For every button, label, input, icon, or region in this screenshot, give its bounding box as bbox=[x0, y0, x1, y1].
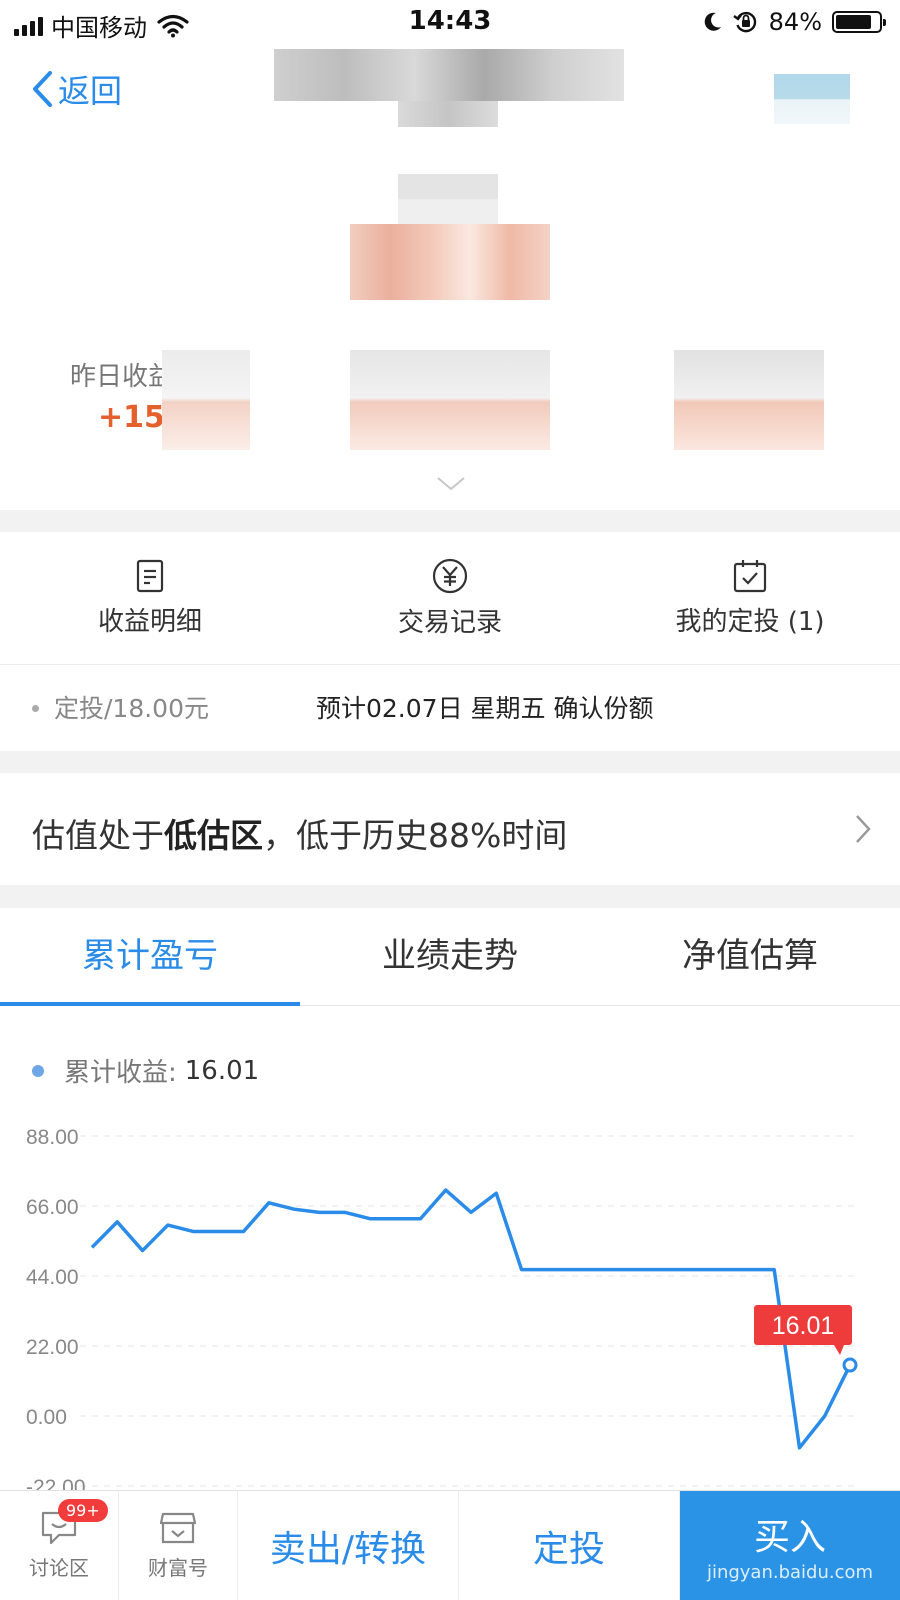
income-detail-label: 收益明细 bbox=[97, 606, 202, 637]
store-icon bbox=[159, 1512, 197, 1544]
wealth-account-button[interactable]: 财富号 bbox=[119, 1491, 238, 1600]
y-tick-label: -22.00 bbox=[26, 1476, 86, 1490]
holding-summary: 昨日收益 +15. bbox=[0, 136, 900, 510]
status-right: 84% bbox=[703, 8, 886, 36]
valuation-text: 估值处于低估区，低于历史88%时间 bbox=[32, 809, 567, 857]
sell-convert-button[interactable]: 卖出/转换 bbox=[238, 1491, 459, 1600]
section-divider bbox=[0, 510, 900, 532]
blurred-title bbox=[274, 49, 624, 101]
legend-value: 16.01 bbox=[184, 1055, 260, 1086]
blurred-summary-label bbox=[398, 174, 498, 224]
blurred-stat-3 bbox=[674, 350, 824, 450]
yesterday-income-label: 昨日收益 bbox=[70, 362, 175, 392]
tooltip-pointer bbox=[834, 1345, 844, 1356]
discussion-button[interactable]: 99+ 讨论区 bbox=[0, 1491, 119, 1600]
y-tick-label: 88.00 bbox=[26, 1126, 79, 1149]
chevron-right-icon bbox=[856, 815, 871, 843]
chart-legend: 累计收益: 16.01 bbox=[32, 1052, 259, 1089]
moon-icon bbox=[704, 12, 721, 31]
cumulative-income-chart[interactable]: 88.00 66.00 44.00 22.00 0.00 -22.00 16.01 bbox=[0, 1100, 900, 1490]
buy-button[interactable]: 买入 jingyan.baidu.com bbox=[680, 1491, 900, 1600]
dingtou-confirm-date: 预计02.07日 星期五 确认份额 bbox=[316, 694, 654, 723]
tab-performance-trend[interactable]: 业绩走势 bbox=[300, 908, 600, 1005]
y-tick-label: 44.00 bbox=[26, 1266, 79, 1289]
discussion-label: 讨论区 bbox=[29, 1556, 89, 1580]
battery-level bbox=[836, 15, 872, 29]
income-detail-button[interactable]: 收益明细 bbox=[0, 532, 300, 664]
action-row: 收益明细 交易记录 我的定投 (1) bbox=[0, 532, 900, 664]
legend-dot bbox=[32, 1064, 44, 1077]
chevron-down-icon[interactable] bbox=[436, 476, 466, 492]
blurred-summary-value bbox=[350, 224, 550, 300]
section-divider bbox=[0, 751, 900, 773]
y-tick-label: 0.00 bbox=[26, 1406, 67, 1429]
blurred-nav-action[interactable] bbox=[774, 74, 850, 124]
wealth-account-label: 财富号 bbox=[148, 1556, 208, 1580]
trade-record-button[interactable]: 交易记录 bbox=[300, 532, 600, 664]
back-label: 返回 bbox=[58, 72, 123, 110]
last-point-marker bbox=[842, 1357, 858, 1373]
buy-label: 买入 bbox=[753, 1517, 826, 1558]
my-dingtou-button[interactable]: 我的定投 (1) bbox=[600, 532, 900, 664]
dingtou-amount: 定投/18.00元 bbox=[54, 694, 209, 723]
watermark-text: jingyan.baidu.com bbox=[706, 1562, 874, 1583]
chart-tabs: 累计盈亏 业绩走势 净值估算 bbox=[0, 908, 900, 1006]
battery-icon bbox=[832, 11, 886, 33]
back-button[interactable]: 返回 bbox=[30, 66, 122, 112]
section-divider bbox=[0, 885, 900, 908]
calendar-check-icon bbox=[733, 559, 767, 592]
dingtou-button[interactable]: 定投 bbox=[459, 1491, 680, 1600]
nav-bar: 返回 bbox=[0, 46, 900, 136]
battery-percent: 84% bbox=[768, 8, 822, 36]
chevron-left-icon bbox=[33, 71, 52, 107]
dingtou-info-row[interactable]: 定投/18.00元 预计02.07日 星期五 确认份额 bbox=[0, 665, 900, 751]
document-icon bbox=[136, 559, 164, 592]
buy-button-content: 买入 jingyan.baidu.com bbox=[707, 1508, 873, 1583]
valuation-suffix: ，低于历史88%时间 bbox=[263, 816, 568, 855]
bullet-dot bbox=[32, 705, 39, 712]
y-tick-label: 22.00 bbox=[26, 1336, 79, 1359]
valuation-prefix: 估值处于 bbox=[32, 816, 164, 855]
tab-cumulative-pnl[interactable]: 累计盈亏 bbox=[0, 908, 300, 1006]
valuation-row[interactable]: 估值处于低估区，低于历史88%时间 bbox=[0, 773, 900, 885]
valuation-zone: 低估区 bbox=[164, 816, 263, 855]
trade-record-label: 交易记录 bbox=[397, 607, 502, 638]
status-bar: 中国移动 14:43 84% bbox=[0, 0, 900, 46]
yuan-icon bbox=[432, 558, 468, 593]
series-line bbox=[90, 1188, 852, 1450]
my-dingtou-label: 我的定投 (1) bbox=[675, 606, 825, 637]
blurred-subtitle bbox=[398, 101, 498, 127]
notification-badge: 99+ bbox=[58, 1499, 108, 1522]
blurred-stat-1 bbox=[162, 350, 250, 450]
blurred-stat-2 bbox=[350, 350, 550, 450]
y-tick-label: 66.00 bbox=[26, 1196, 79, 1219]
rotation-lock-icon bbox=[732, 11, 756, 33]
tooltip-value: 16.01 bbox=[772, 1312, 835, 1340]
bottom-bar: 99+ 讨论区 财富号 卖出/转换 定投 买入 jingyan.baidu.co… bbox=[0, 1490, 900, 1600]
legend-label: 累计收益: bbox=[64, 1058, 177, 1088]
tab-nav-estimate[interactable]: 净值估算 bbox=[600, 908, 900, 1005]
